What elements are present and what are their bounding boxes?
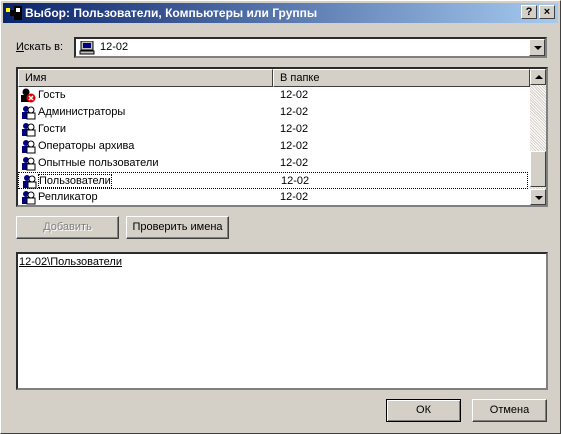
scroll-up-button[interactable] [530,69,546,85]
cancel-button[interactable]: Отмена [472,399,547,422]
lookin-label-accel: И [16,41,24,53]
group-icon [20,122,36,137]
arrow-down-icon [535,196,543,200]
list-item[interactable]: Гости 12-02 [18,121,528,138]
list-item[interactable]: Пользователи 12-02 [18,172,528,189]
list-item[interactable]: Гость 12-02 [18,87,528,104]
selected-object-link[interactable]: 12-02\Пользователи [19,256,122,268]
dialog-window: Выбор: Пользователи, Компьютеры или Груп… [0,0,561,434]
group-icon [20,190,36,205]
lookin-value: 12-02 [100,41,129,53]
list-header: Имя В папке [18,69,530,87]
list-item-folder: 12-02 [280,140,309,152]
list-item-folder: 12-02 [281,175,310,187]
close-button[interactable]: × [539,5,555,19]
app-icon [6,6,22,20]
lookin-label-text: скать в: [23,41,64,53]
check-names-button[interactable]: Проверить имена [126,216,229,239]
group-icon [20,139,36,154]
list-item-name: Гости [38,123,67,135]
list-item-name: Опытные пользователи [38,157,159,169]
list-item-folder: 12-02 [280,123,309,135]
chevron-down-icon [534,46,542,50]
list-item[interactable]: Администраторы 12-02 [18,104,528,121]
group-icon [21,174,37,189]
group-icon [20,105,36,120]
vertical-scrollbar[interactable] [530,69,546,205]
column-header-folder[interactable]: В папке [273,69,530,87]
list-item-folder: 12-02 [280,106,309,118]
ok-button[interactable]: ОК [386,399,461,422]
scroll-down-button[interactable] [530,189,546,205]
computer-icon [79,41,95,55]
add-button[interactable]: Добавить [16,216,119,239]
results-listview[interactable]: Имя В папке Гость 12-02 Администраторы 12-0… [16,67,548,207]
lookin-dropdown-button[interactable] [529,39,545,56]
help-button[interactable]: ? [521,5,537,19]
selected-objects-field[interactable]: 12-02\Пользователи [16,252,548,390]
scroll-thumb[interactable] [530,151,546,187]
list-item-name: Репликатор [38,191,98,203]
list-item-name: Операторы архива [38,140,135,152]
list-item-name: Гость [38,89,66,101]
lookin-combobox[interactable]: 12-02 [74,37,547,58]
group-icon [20,156,36,171]
disabled-user-icon [20,88,36,103]
list-item-folder: 12-02 [280,191,309,203]
list-item[interactable]: Репликатор 12-02 [18,189,528,205]
column-header-name[interactable]: Имя [18,69,273,87]
title-bar[interactable]: Выбор: Пользователи, Компьютеры или Груп… [3,3,558,23]
arrow-up-icon [535,75,543,79]
list-item-name: Пользователи [38,174,112,188]
list-item[interactable]: Опытные пользователи 12-02 [18,155,528,172]
list-item-name: Администраторы [38,106,126,118]
window-title: Выбор: Пользователи, Компьютеры или Груп… [25,6,318,20]
list-item-folder: 12-02 [280,89,309,101]
list-item[interactable]: Операторы архива 12-02 [18,138,528,155]
lookin-label: Искать в: [16,41,63,53]
list-item-folder: 12-02 [280,157,309,169]
